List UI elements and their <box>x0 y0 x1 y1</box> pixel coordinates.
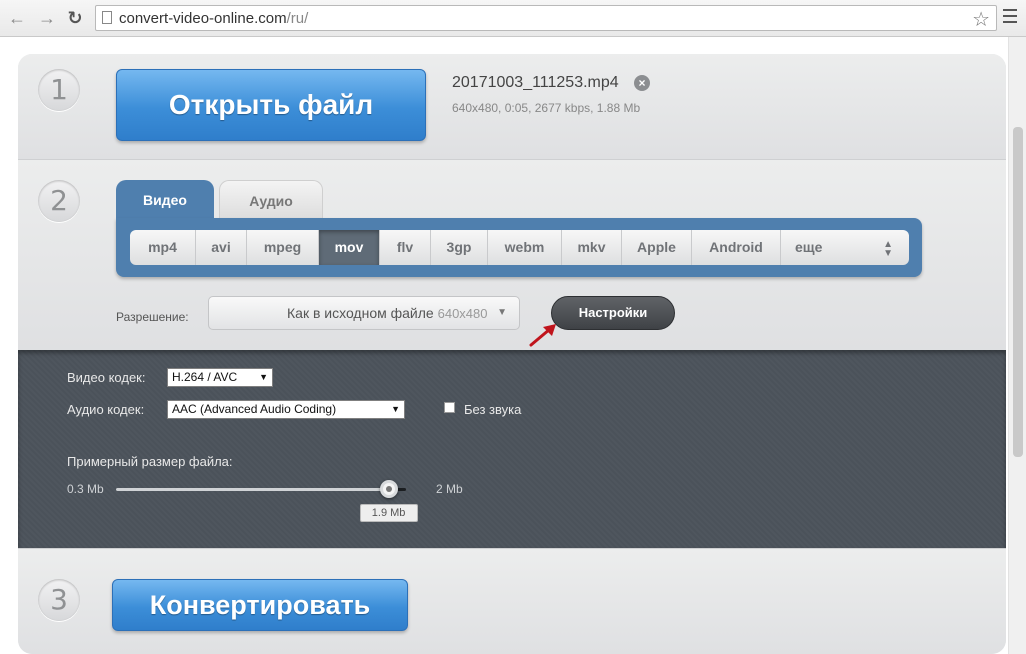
mute-label: Без звука <box>464 402 522 417</box>
forward-arrow-icon[interactable]: → <box>36 7 58 29</box>
step-number-1: 1 <box>38 69 80 111</box>
convert-button[interactable]: Конвертировать <box>112 579 408 631</box>
resolution-label: Разрешение: <box>116 310 189 324</box>
format-android[interactable]: Android <box>692 230 781 265</box>
address-bar[interactable]: convert-video-online.com/ru/ ☆ <box>95 5 997 31</box>
resolution-select[interactable]: Как в исходном файле 640x480 ▼ <box>208 296 520 330</box>
file-name: 20171003_111253.mp4 <box>452 74 619 91</box>
mute-checkbox[interactable] <box>444 402 455 413</box>
scrollbar-thumb[interactable] <box>1013 127 1023 457</box>
format-flv[interactable]: flv <box>380 230 431 265</box>
audio-codec-value: AAC (Advanced Audio Coding) <box>172 402 337 416</box>
settings-button[interactable]: Настройки <box>551 296 675 330</box>
format-mkv[interactable]: mkv <box>562 230 622 265</box>
resolution-value: Как в исходном файле <box>287 305 434 321</box>
file-size-max: 2 Mb <box>436 482 463 496</box>
step-format: 2 Видео Аудио mp4 avi mpeg mov flv 3gp w… <box>18 160 1006 350</box>
dropdown-arrow-icon: ▼ <box>259 372 268 382</box>
tab-audio[interactable]: Аудио <box>219 180 323 220</box>
resolution-dims: 640x480 <box>437 306 488 321</box>
url-text[interactable]: convert-video-online.com/ru/ <box>119 10 308 27</box>
video-codec-select[interactable]: H.264 / AVC ▼ <box>167 368 273 387</box>
updown-arrows-icon: ▲ ▼ <box>883 239 893 259</box>
format-apple[interactable]: Apple <box>622 230 692 265</box>
step-convert: 3 Конвертировать <box>18 548 1006 654</box>
video-codec-label: Видео кодек: <box>67 370 146 385</box>
step-number-2: 2 <box>38 180 80 222</box>
format-mov[interactable]: mov <box>319 230 380 265</box>
advanced-settings-panel: Видео кодек: H.264 / AVC ▼ Аудио кодек: … <box>18 350 1006 548</box>
slider-fill <box>116 488 389 491</box>
browser-toolbar: ← → ↻ convert-video-online.com/ru/ ☆ <box>0 0 1026 37</box>
file-size-label: Примерный размер файла: <box>67 454 233 469</box>
back-arrow-icon[interactable]: ← <box>6 7 28 29</box>
step-open-file: 1 Открыть файл 20171003_111253.mp4 × 640… <box>18 54 1006 160</box>
file-size-slider[interactable] <box>116 488 406 491</box>
format-more-label: еще <box>795 239 823 255</box>
step-number-3: 3 <box>38 579 80 621</box>
format-panel: mp4 avi mpeg mov flv 3gp webm mkv Apple … <box>116 218 922 277</box>
format-more[interactable]: еще ▲ ▼ <box>781 230 909 265</box>
format-mpeg[interactable]: mpeg <box>247 230 319 265</box>
format-mp4[interactable]: mp4 <box>130 230 196 265</box>
audio-codec-select[interactable]: AAC (Advanced Audio Coding) ▼ <box>167 400 405 419</box>
video-codec-value: H.264 / AVC <box>172 370 238 384</box>
format-3gp[interactable]: 3gp <box>431 230 488 265</box>
chevron-down-icon: ▼ <box>497 307 507 318</box>
file-size-tooltip: 1.9 Mb <box>359 504 418 522</box>
red-pointer-arrow-icon <box>529 324 556 347</box>
remove-file-icon[interactable]: × <box>634 75 650 91</box>
dropdown-arrow-icon: ▼ <box>391 404 400 414</box>
file-size-min: 0.3 Mb <box>67 482 104 496</box>
page-icon <box>102 11 112 24</box>
converter-card: 1 Открыть файл 20171003_111253.mp4 × 640… <box>18 54 1006 654</box>
format-bar: mp4 avi mpeg mov flv 3gp webm mkv Apple … <box>130 230 909 265</box>
open-file-button[interactable]: Открыть файл <box>116 69 426 141</box>
format-avi[interactable]: avi <box>196 230 247 265</box>
slider-thumb[interactable] <box>379 480 398 498</box>
browser-menu-icon[interactable] <box>1003 9 1017 25</box>
tab-video[interactable]: Видео <box>116 180 214 220</box>
audio-codec-label: Аудио кодек: <box>67 402 145 417</box>
page-scrollbar[interactable] <box>1008 37 1026 654</box>
bookmark-star-icon[interactable]: ☆ <box>972 7 990 32</box>
reload-icon[interactable]: ↻ <box>64 7 86 29</box>
format-webm[interactable]: webm <box>488 230 562 265</box>
file-meta: 640x480, 0:05, 2677 kbps, 1.88 Mb <box>452 101 641 115</box>
